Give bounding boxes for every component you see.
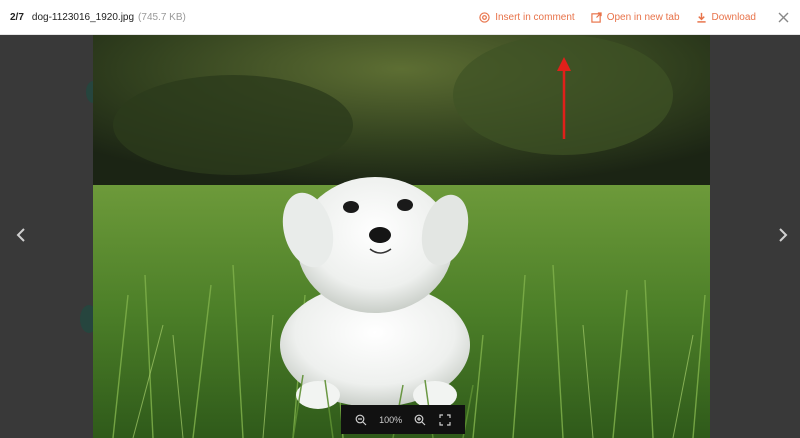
- previous-image-button[interactable]: [11, 223, 31, 247]
- dog-photo: [93, 35, 710, 438]
- viewer-toolbar: 2/7 dog-1123016_1920.jpg (745.7 KB) Inse…: [0, 0, 800, 35]
- zoom-in-icon: [414, 414, 426, 425]
- fullscreen-button[interactable]: [438, 413, 452, 427]
- close-icon: [778, 12, 788, 22]
- zoom-controls: 100%: [341, 405, 465, 434]
- image-stage: 100%: [0, 35, 800, 438]
- open-in-new-tab-button[interactable]: Open in new tab: [591, 12, 680, 23]
- chevron-right-icon: [779, 228, 788, 242]
- download-button[interactable]: Download: [696, 12, 756, 23]
- preview-image: [93, 35, 710, 438]
- fullscreen-icon: [438, 413, 451, 426]
- zoom-out-icon: [355, 414, 367, 425]
- chevron-left-icon: [16, 228, 25, 242]
- download-label: Download: [711, 11, 756, 23]
- at-sign-icon: [479, 11, 490, 23]
- open-in-new-tab-label: Open in new tab: [606, 11, 680, 23]
- download-icon: [696, 12, 706, 23]
- external-link-icon: [591, 11, 602, 23]
- next-image-button[interactable]: [773, 223, 793, 247]
- zoom-level: 100%: [379, 414, 403, 425]
- file-size: (745.7 KB): [138, 11, 186, 23]
- close-button[interactable]: [776, 10, 790, 24]
- image-counter: 2/7: [10, 11, 24, 23]
- file-name: dog-1123016_1920.jpg: [31, 11, 135, 23]
- zoom-out-button[interactable]: [354, 413, 368, 427]
- insert-in-comment-button[interactable]: Insert in comment: [479, 11, 575, 23]
- annotation-arrow: [557, 57, 571, 139]
- insert-in-comment-label: Insert in comment: [495, 11, 575, 23]
- zoom-in-button[interactable]: [413, 413, 427, 427]
